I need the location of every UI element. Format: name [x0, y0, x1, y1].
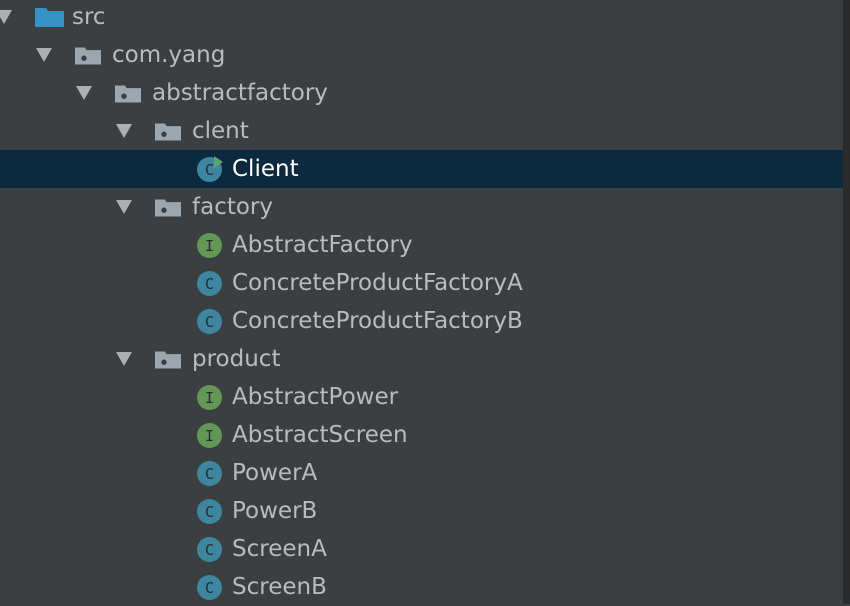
tree-row-label: ScreenA [232, 536, 327, 562]
tree-row-factory[interactable]: factory [0, 188, 843, 226]
expand-arrow-icon[interactable] [0, 10, 12, 24]
tree-row-clent[interactable]: clent [0, 112, 843, 150]
tree-row-label: ConcreteProductFactoryB [232, 308, 523, 334]
svg-text:C: C [205, 161, 214, 179]
tree-row-screenb[interactable]: C ScreenB [0, 568, 843, 606]
class-icon: C [196, 460, 223, 487]
tree-row-src[interactable]: src [0, 0, 843, 36]
class-icon: C [196, 536, 223, 563]
tree-row-label: com.yang [112, 42, 226, 68]
project-tree: src com.yang abstractfactory clent C Client fa… [0, 0, 850, 604]
package-icon [155, 123, 181, 141]
tree-row-powera[interactable]: C PowerA [0, 454, 843, 492]
tree-row-abstractscreen[interactable]: I AbstractScreen [0, 416, 843, 454]
svg-text:I: I [205, 389, 214, 407]
interface-icon: I [196, 422, 223, 449]
source-folder-icon [35, 8, 64, 27]
interface-icon: I [196, 232, 223, 259]
tree-row-product[interactable]: product [0, 340, 843, 378]
svg-text:C: C [205, 541, 214, 559]
svg-text:I: I [205, 237, 214, 255]
tree-row-powerb[interactable]: C PowerB [0, 492, 843, 530]
package-icon [155, 199, 181, 217]
package-icon [75, 47, 101, 65]
scrollbar-track[interactable] [843, 0, 850, 604]
package-icon [155, 351, 181, 369]
tree-row-abstractpower[interactable]: I AbstractPower [0, 378, 843, 416]
class-icon: C [196, 574, 223, 601]
tree-row-label: product [192, 346, 281, 372]
svg-text:C: C [205, 579, 214, 597]
tree-row-label: AbstractScreen [232, 422, 408, 448]
runnable-class-icon: C [196, 156, 223, 183]
tree-row-abstractfactory[interactable]: I AbstractFactory [0, 226, 843, 264]
tree-row-label: clent [192, 118, 249, 144]
package-icon [115, 85, 141, 103]
tree-row-label: ConcreteProductFactoryA [232, 270, 523, 296]
tree-row-concreteproductfactorya[interactable]: C ConcreteProductFactoryA [0, 264, 843, 302]
tree-row-label: src [72, 4, 106, 30]
svg-text:C: C [205, 275, 214, 293]
tree-row-label: AbstractFactory [232, 232, 413, 258]
tree-row-label: AbstractPower [232, 384, 399, 410]
expand-arrow-icon[interactable] [116, 352, 132, 366]
interface-icon: I [196, 384, 223, 411]
tree-row-concreteproductfactoryb[interactable]: C ConcreteProductFactoryB [0, 302, 843, 340]
class-icon: C [196, 308, 223, 335]
tree-row-label: PowerB [232, 498, 318, 524]
svg-text:C: C [205, 465, 214, 483]
svg-text:I: I [205, 427, 214, 445]
tree-row-com-yang[interactable]: com.yang [0, 36, 843, 74]
class-icon: C [196, 498, 223, 525]
tree-row-label: PowerA [232, 460, 318, 486]
expand-arrow-icon[interactable] [76, 86, 92, 100]
tree-row-screena[interactable]: C ScreenA [0, 530, 843, 568]
expand-arrow-icon[interactable] [116, 200, 132, 214]
tree-row-client[interactable]: C Client [0, 150, 843, 188]
expand-arrow-icon[interactable] [36, 48, 52, 62]
tree-row-label: factory [192, 194, 273, 220]
tree-row-abstractfactory[interactable]: abstractfactory [0, 74, 843, 112]
class-icon: C [196, 270, 223, 297]
tree-row-label: abstractfactory [152, 80, 328, 106]
svg-text:C: C [205, 503, 214, 521]
svg-text:C: C [205, 313, 214, 331]
expand-arrow-icon[interactable] [116, 124, 132, 138]
tree-row-label: ScreenB [232, 574, 327, 600]
tree-row-label: Client [232, 156, 299, 182]
